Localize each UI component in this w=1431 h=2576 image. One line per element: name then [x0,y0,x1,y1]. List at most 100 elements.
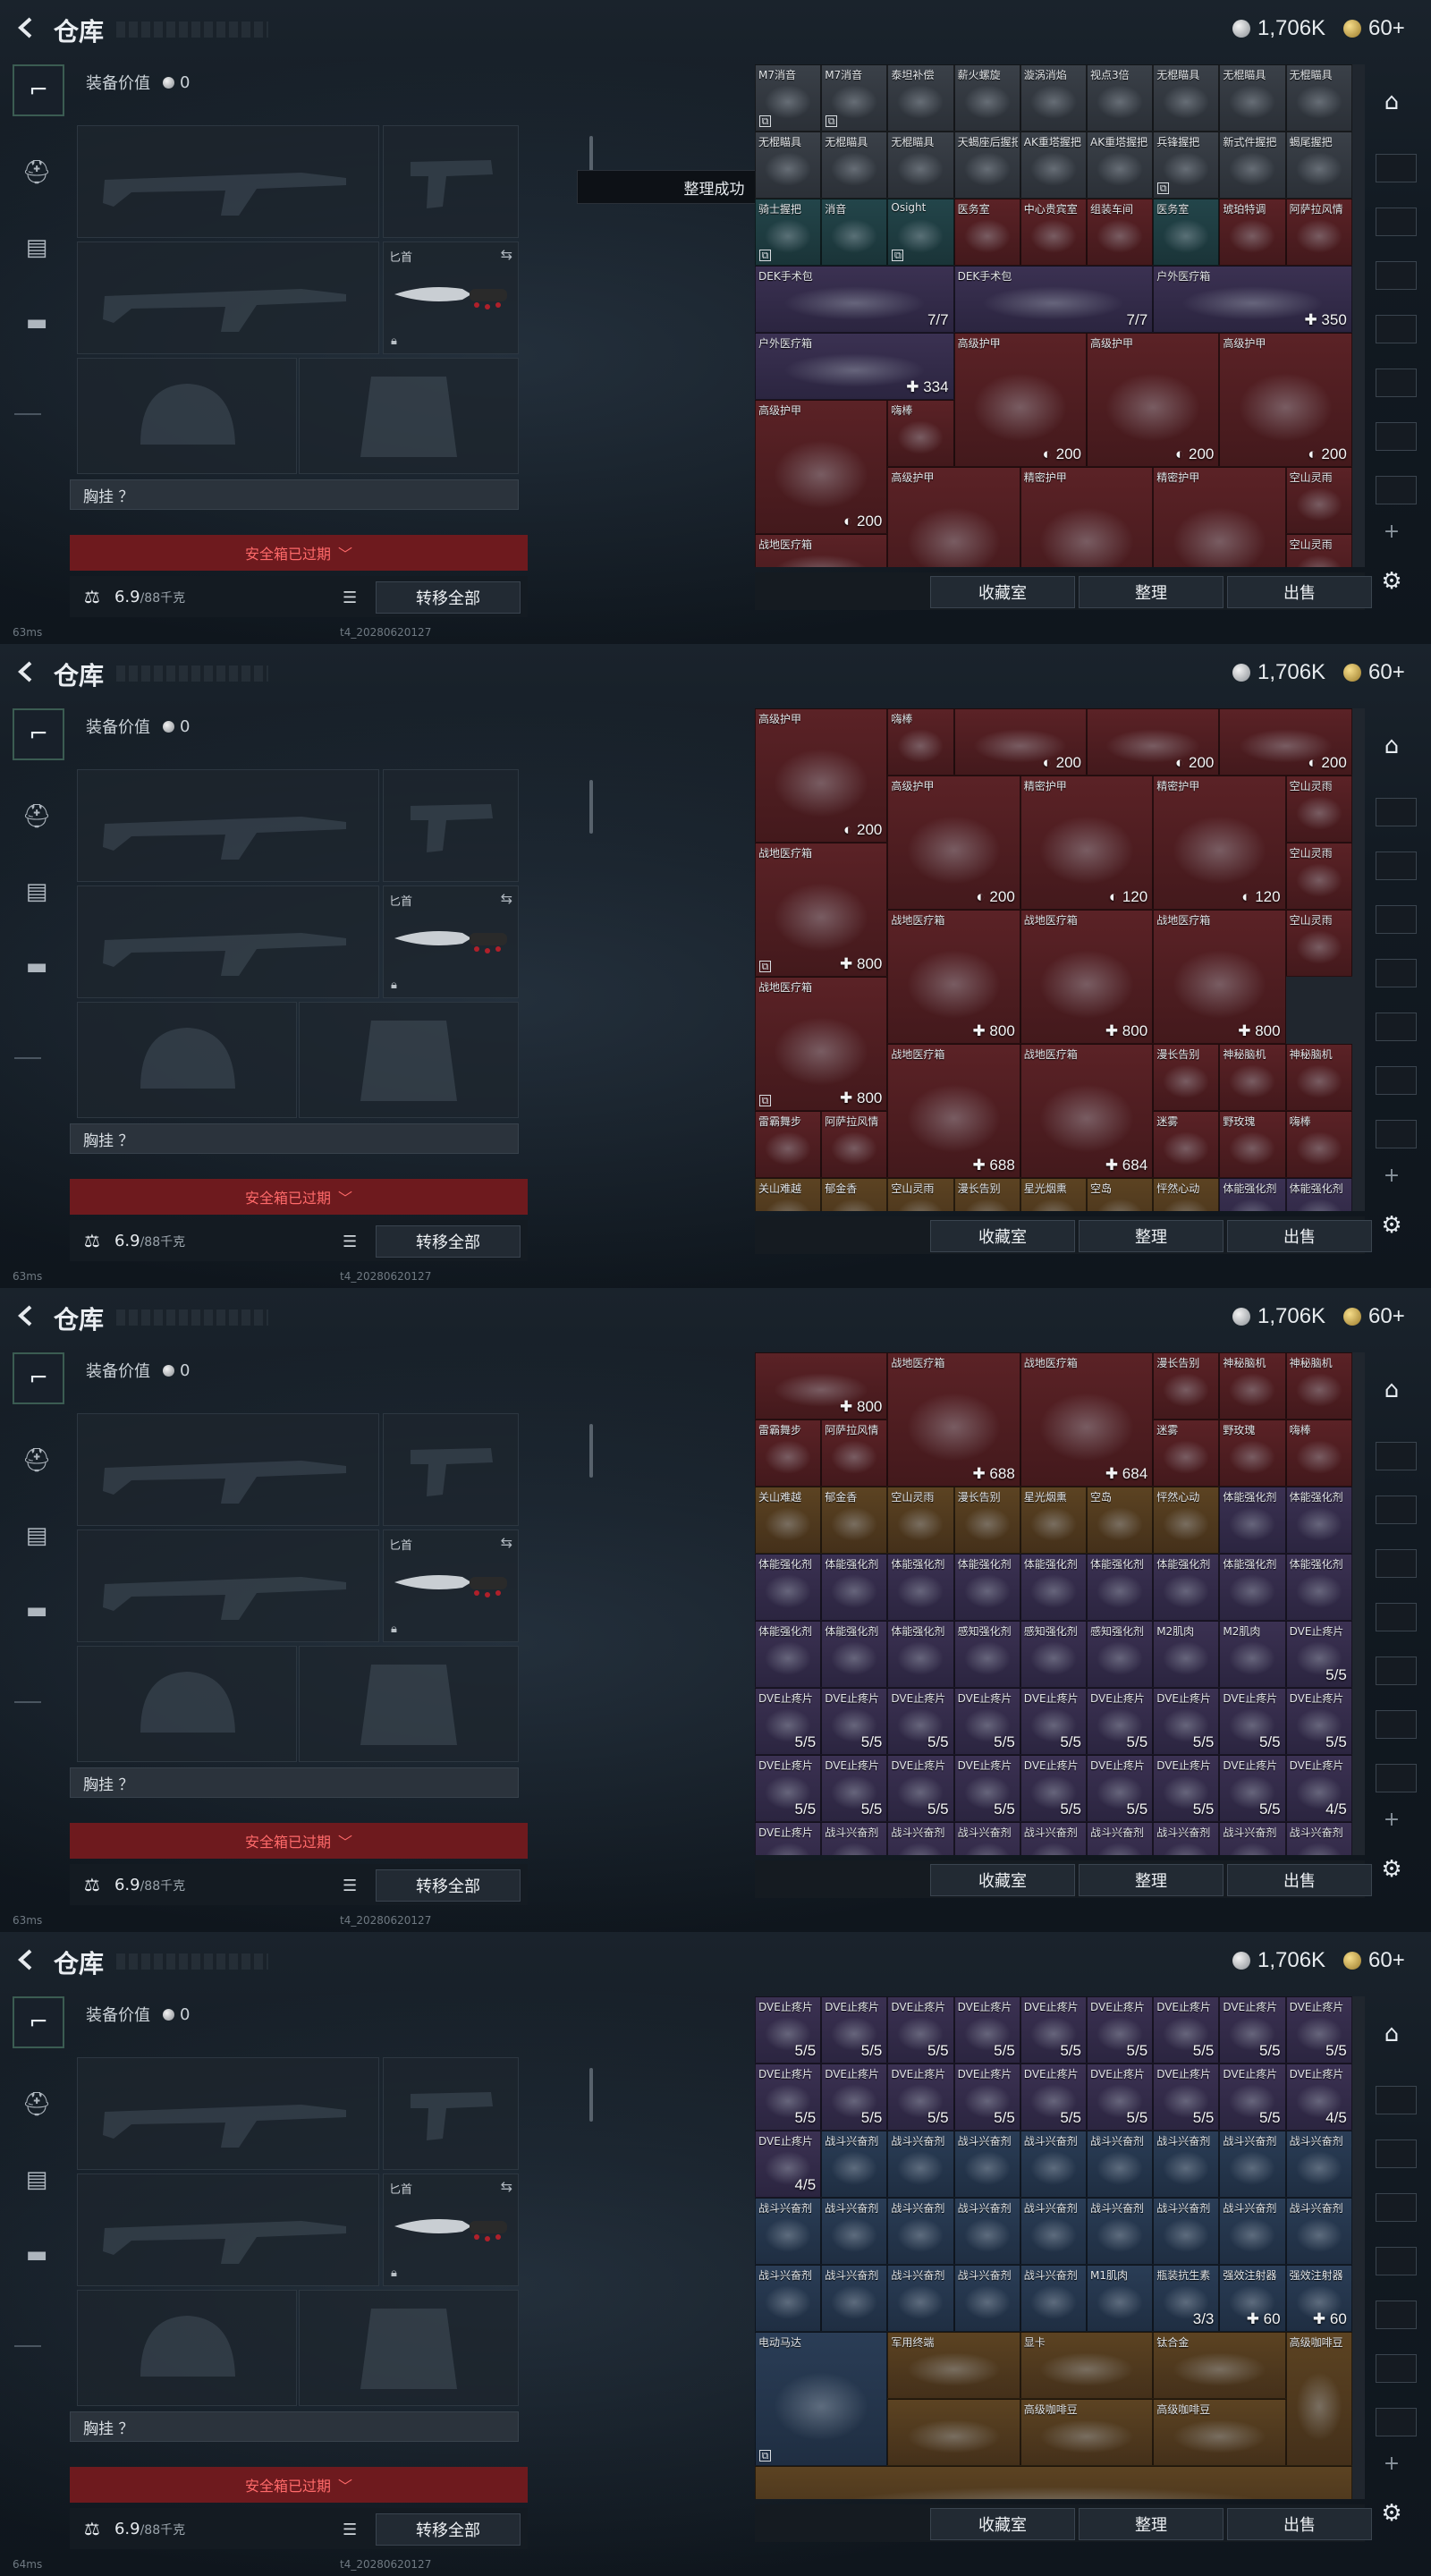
inventory-item[interactable]: 高级护甲 ◐ 200 [887,775,1020,910]
sell-button[interactable]: 出售 [1227,1220,1372,1252]
inventory-item[interactable]: 体能强化剂 [821,1554,888,1621]
nav-weapons[interactable]: ⌐ [13,1352,64,1404]
inventory-item[interactable]: M2肌肉 [1153,1621,1220,1688]
inventory-item[interactable] [887,2399,1020,2466]
inventory-item[interactable]: 空岛 [1087,1178,1154,1211]
inventory-item[interactable]: 体能强化剂 [755,1621,822,1688]
inventory-item[interactable]: 无棍瞄具 [1285,64,1352,131]
inventory-item[interactable]: 神秘脑机 [1285,1044,1352,1111]
inventory-item[interactable]: 体能强化剂 [1285,1554,1352,1621]
inventory-item[interactable]: 高级护甲 ◐ 200 [1219,333,1352,467]
storage-tab-6[interactable] [1376,1066,1417,1095]
inventory-item[interactable]: DVE止疼片 5/5 [1087,1688,1154,1755]
inventory-item[interactable]: 战斗兴奋剂 [755,2265,822,2332]
inventory-item[interactable]: 钛合金 [1153,2332,1286,2399]
inventory-item[interactable]: 雷霸舞步 [755,1111,822,1178]
inventory-item[interactable]: DVE止疼片 5/5 [1153,1688,1220,1755]
inventory-item[interactable]: 战斗兴奋剂 [1020,2265,1087,2332]
list-icon[interactable]: ☰ [343,2521,357,2539]
swap-icon[interactable]: ⇆ [501,1534,512,1551]
inventory-item[interactable]: 体能强化剂 [1285,1178,1352,1211]
nav-armor[interactable]: ⛑ [13,148,61,197]
storage-tab-7[interactable] [1376,476,1417,504]
inventory-item[interactable]: 战斗兴奋剂 [1153,1822,1220,1855]
nav-vest[interactable]: ▤ [13,868,61,916]
plus-icon[interactable]: + [1372,512,1411,551]
storage-tab-7[interactable] [1376,1120,1417,1148]
safe-box-expired-banner[interactable]: 安全箱已过期 ﹀ [70,1179,528,1215]
inventory-item[interactable]: ✚ 800 [755,1352,888,1419]
inventory-item[interactable]: 精密护甲 ◐ 120 [1153,775,1286,910]
inventory-item[interactable]: 漫长告别 [1153,1044,1220,1111]
inventory-item[interactable]: M2肌肉 [1219,1621,1286,1688]
inventory-item[interactable]: 阿萨拉风情 [821,1111,888,1178]
nav-case[interactable]: ▬ [13,299,61,347]
inventory-item[interactable]: 战地医疗箱 ✚ 688 [887,1044,1020,1178]
inventory-item[interactable]: DVE止疼片 5/5 [1285,1688,1352,1755]
safe-box-expired-banner[interactable]: 安全箱已过期 ﹀ [70,535,528,571]
inventory-item[interactable]: 感知强化剂 [1087,1621,1154,1688]
inventory-item[interactable]: DVE止疼片 5/5 [755,1688,822,1755]
inventory-item[interactable]: 体能强化剂 [1219,1554,1286,1621]
inventory-item[interactable]: 野玫瑰 [1219,1419,1286,1487]
armor-slot[interactable] [299,1002,519,1118]
inventory-item[interactable]: Osight ⧉ [887,199,954,266]
inventory-item[interactable]: DVE止疼片 5/5 [1020,1755,1087,1822]
inventory-item[interactable]: DVE止疼片 5/5 [1219,2063,1286,2131]
inventory-item[interactable]: M7消音 ⧉ [821,64,888,131]
nav-armor[interactable]: ⛑ [13,792,61,841]
chest-rig-slot[interactable]: 胸挂 ？ [70,1123,519,1154]
inventory-item[interactable]: 神秘脑机 [1219,1352,1286,1419]
inventory-item[interactable]: 无棍瞄具 [1219,64,1286,131]
storage-tab-6[interactable] [1376,2354,1417,2383]
storage-tab-4[interactable] [1376,315,1417,343]
collection-button[interactable]: 收藏室 [930,1864,1075,1896]
inventory-item[interactable]: 高级护甲 ◐ 200 [755,708,888,843]
inventory-item[interactable]: DVE止疼片 5/5 [953,1755,1020,1822]
inventory-item[interactable]: 体能强化剂 [1020,1554,1087,1621]
inventory-item[interactable]: 嗨棒 [1285,1419,1352,1487]
storage-tab-1[interactable] [1376,2086,1417,2114]
inventory-item[interactable]: 体能强化剂 [953,1554,1020,1621]
storage-icon[interactable]: ⌂ [1372,1370,1411,1410]
inventory-item[interactable]: 电动马达 ⧉ [755,2332,888,2466]
nav-vest[interactable]: ▤ [13,2156,61,2204]
inventory-item[interactable]: ◐ 200 [1219,708,1352,775]
inventory-item[interactable]: 空山灵雨 [1285,467,1352,534]
inventory-item[interactable]: 战斗兴奋剂 [887,2265,954,2332]
chest-rig-slot[interactable]: 胸挂 ？ [70,2411,519,2442]
inventory-item[interactable]: 战斗兴奋剂 [1020,2131,1087,2198]
storage-tab-2[interactable] [1376,2140,1417,2168]
inventory-item[interactable]: DVE止疼片 5/5 [1285,1621,1352,1688]
move-all-button[interactable]: 转移全部 [376,581,521,614]
nav-armor[interactable]: ⛑ [13,2080,61,2129]
inventory-item[interactable]: 战斗兴奋剂 [1219,2131,1286,2198]
inventory-item[interactable]: 体能强化剂 [1153,1554,1220,1621]
inventory-item[interactable]: DVE止疼片 5/5 [1087,1996,1154,2063]
inventory-item[interactable]: 星光烟熏 [1020,1178,1087,1211]
inventory-item[interactable]: 战斗兴奋剂 [821,1822,888,1855]
helmet-slot[interactable] [77,358,297,474]
inventory-item[interactable]: 感知强化剂 [1020,1621,1087,1688]
inventory-item[interactable]: 野玫瑰 [1219,1111,1286,1178]
inventory-item[interactable]: DVE止疼片 5/5 [953,1996,1020,2063]
pistol-slot[interactable] [383,1413,519,1526]
sort-button[interactable]: 整理 [1079,1864,1224,1896]
inventory-item[interactable]: DVE止疼片 5/5 [821,2063,888,2131]
primary-weapon-slot[interactable] [77,2057,379,2170]
inventory-item[interactable]: 迷雾 [1153,1111,1220,1178]
inventory-item[interactable]: 雷霸舞步 [755,1419,822,1487]
inventory-item[interactable]: 户外医疗箱 ✚ 334 [755,333,954,400]
inventory-item[interactable]: DVE止疼片 5/5 [755,2063,822,2131]
inventory-item[interactable]: 瓶装抗生素 3/3 [1153,2265,1220,2332]
chest-rig-slot[interactable]: 胸挂 ？ [70,1767,519,1798]
swap-icon[interactable]: ⇆ [501,2178,512,2195]
inventory-item[interactable]: 神秘脑机 [1285,1352,1352,1419]
armor-slot[interactable] [299,2290,519,2406]
pistol-slot[interactable] [383,125,519,238]
inventory-item[interactable]: DVE止疼片 5/5 [1219,1996,1286,2063]
inventory-item[interactable]: 嗨棒 [1285,1111,1352,1178]
storage-tab-5[interactable] [1376,1657,1417,1685]
inventory-item[interactable]: 薪火螺旋 [953,64,1020,131]
inventory-item[interactable]: 消音 [821,199,888,266]
